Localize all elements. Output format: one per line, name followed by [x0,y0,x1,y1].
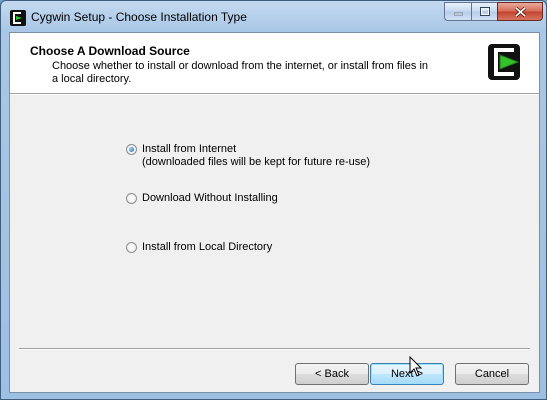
option-label-group: Install from Internet (downloaded files … [142,143,370,169]
caption-buttons [444,2,543,22]
cancel-button[interactable]: Cancel [455,363,529,385]
cygwin-logo-icon[interactable] [10,10,26,26]
close-button[interactable] [497,2,543,21]
cygwin-logo-icon [488,44,520,80]
option-label: Install from Local Directory [142,241,273,253]
title-bar[interactable]: Cygwin Setup - Choose Installation Type [1,1,547,33]
option-label: Install from Internet [142,143,237,155]
page-description: Choose whether to install or download fr… [52,60,429,85]
window-frame: Cygwin Setup - Choose Installation Type [0,0,547,400]
back-button[interactable]: < Back [295,363,369,385]
option-download-without-installing[interactable]: Download Without Installing [126,192,278,205]
window-title: Cygwin Setup - Choose Installation Type [31,10,247,24]
close-icon [514,6,526,17]
mouse-pointer-icon [409,356,423,377]
maximize-icon [479,7,490,16]
radio-install-from-internet[interactable] [126,144,137,155]
minimize-button[interactable] [444,2,471,21]
option-label: Download Without Installing [142,192,278,204]
header-divider [10,93,539,95]
radio-download-without-installing[interactable] [126,193,137,204]
dialog-body: Choose A Download Source Choose whether … [9,32,540,393]
minimize-icon [453,12,463,15]
option-install-from-internet[interactable]: Install from Internet (downloaded files … [126,143,370,169]
radio-install-from-local-directory[interactable] [126,242,137,253]
page-title: Choose A Download Source [30,44,190,58]
wizard-header: Choose A Download Source Choose whether … [10,33,539,93]
option-sublabel: (downloaded files will be kept for futur… [142,156,371,168]
footer-divider [19,348,530,350]
next-button[interactable]: Next > [370,363,444,385]
maximize-button[interactable] [471,2,497,21]
option-install-from-local-directory[interactable]: Install from Local Directory [126,241,272,254]
